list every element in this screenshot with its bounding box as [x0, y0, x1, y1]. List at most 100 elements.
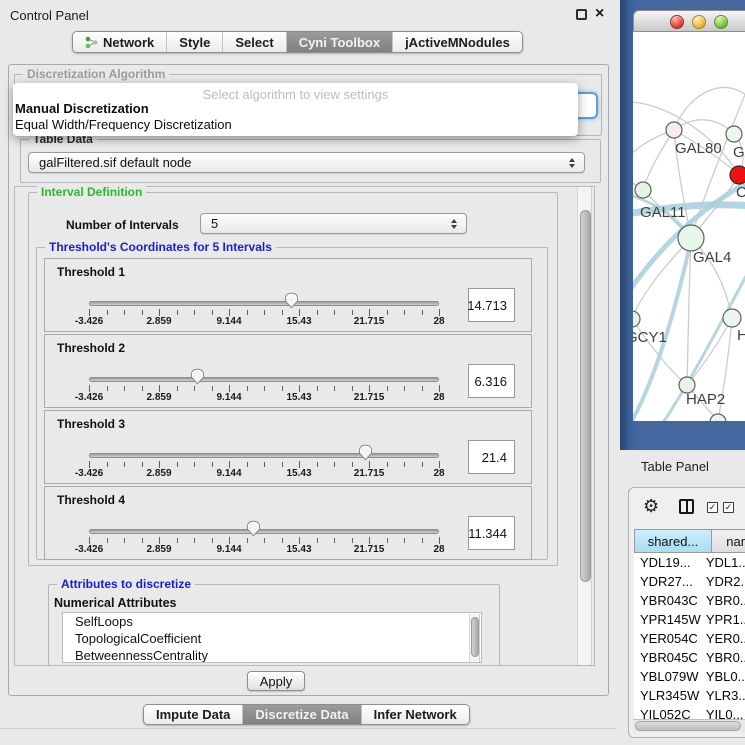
tab-cyni-toolbox[interactable]: Cyni Toolbox — [286, 32, 392, 52]
tab-network[interactable]: Network — [73, 32, 166, 52]
table-cell-name: YDL1... — [701, 555, 745, 570]
tab-style[interactable]: Style — [166, 32, 222, 52]
threshold-value-field[interactable]: 21.4 — [468, 440, 515, 474]
table-cell-shared-name: YLR345W — [634, 688, 701, 703]
table-row[interactable]: YER054CYER0... — [634, 629, 745, 648]
close-window-icon[interactable] — [670, 15, 684, 29]
tab-infer-network[interactable]: Infer Network — [361, 705, 469, 724]
table-panel-title: Table Panel — [641, 459, 709, 474]
num-intervals-label: Number of Intervals — [66, 218, 179, 232]
slider-tick — [177, 386, 178, 391]
slider-tick-label: 21.715 — [354, 468, 385, 479]
tab-jactivemnodules[interactable]: jActiveMNodules — [392, 32, 522, 52]
slider-track[interactable] — [89, 529, 439, 534]
network-node-gcy1[interactable] — [633, 311, 640, 327]
slider-tick-label: 28 — [433, 392, 444, 403]
slider-track[interactable] — [89, 301, 439, 306]
column-header-2[interactable]: name — [712, 529, 745, 553]
close-icon[interactable]: × — [595, 6, 604, 22]
slider-tick-label: 9.144 — [216, 544, 241, 555]
numerical-attributes-list: SelfLoopsTopologicalCoefficientBetweenne… — [62, 612, 482, 663]
table-row[interactable]: YLR345WYLR3... — [634, 686, 745, 705]
table-hscrollbar-thumb[interactable] — [635, 721, 741, 731]
attribute-item[interactable]: SelfLoops — [63, 613, 481, 630]
slider-tick — [89, 537, 90, 544]
zoom-window-icon[interactable] — [714, 15, 728, 29]
checkbox-icon-2[interactable]: ✓ — [723, 502, 734, 513]
threshold-value-field[interactable]: 14.713 — [468, 288, 515, 322]
slider-tick — [177, 462, 178, 467]
num-intervals-combo[interactable]: 5 — [200, 213, 467, 234]
list-scrollbar[interactable] — [469, 614, 480, 663]
slider-tick — [439, 537, 440, 544]
table-data-combo[interactable]: galFiltered.sif default node — [28, 152, 585, 173]
threshold-value-field[interactable]: 11.344 — [468, 516, 515, 550]
slider-track[interactable] — [89, 377, 439, 382]
threshold-value-field[interactable]: 6.316 — [468, 364, 515, 398]
network-node-gal80[interactable] — [666, 122, 682, 138]
slider-thumb[interactable] — [358, 444, 373, 461]
network-node-ha[interactable] — [723, 309, 741, 327]
table-row[interactable]: YBR045CYBR0... — [634, 648, 745, 667]
apply-button[interactable]: Apply — [247, 671, 305, 691]
panel-scrollbar-thumb[interactable] — [580, 210, 591, 582]
slider-tick-label: -3.426 — [75, 468, 103, 479]
minimize-window-icon[interactable] — [692, 15, 706, 29]
table-cell-name: YPR1... — [701, 612, 745, 627]
app-window: Control Panel × NetworkStyleSelectCyni T… — [0, 0, 745, 745]
slider-tick — [317, 538, 318, 543]
tab-discretize-data[interactable]: Discretize Data — [242, 705, 360, 724]
table-row[interactable]: YBL079WYBL0... — [634, 667, 745, 686]
network-view[interactable]: GAL80GACGAL11GAL4GCY1HAHAP2 — [633, 32, 745, 421]
panel-scrollbar[interactable] — [577, 187, 592, 665]
node-table-rows: YDL19...YDL1...YDR27...YDR2...YBR043CYBR… — [634, 553, 745, 719]
list-scrollbar-thumb[interactable] — [471, 617, 479, 657]
network-node-gal4[interactable] — [678, 225, 704, 251]
network-node-ga[interactable] — [726, 126, 742, 142]
table-row[interactable]: YDL19...YDL1... — [634, 553, 745, 572]
network-icon — [85, 36, 98, 49]
slider-tick — [247, 386, 248, 391]
option-manual-discretization[interactable]: Manual Discretization — [15, 101, 149, 116]
slider-tick — [352, 310, 353, 315]
network-node-label: GCY1 — [633, 329, 667, 346]
slider-tick — [387, 386, 388, 391]
slider-thumb[interactable] — [190, 368, 205, 385]
slider-tick-label: 2.859 — [146, 316, 171, 327]
attribute-item[interactable]: BetweennessCentrality — [63, 647, 481, 663]
split-view-icon[interactable] — [679, 499, 694, 514]
tab-impute-data[interactable]: Impute Data — [144, 705, 242, 724]
network-node-gal11[interactable] — [635, 182, 651, 198]
slider-tick-label: 21.715 — [354, 316, 385, 327]
table-row[interactable]: YIL052CYIL0... — [634, 705, 745, 719]
slider-tick-label: 9.144 — [216, 316, 241, 327]
slider-tick-label: 15.43 — [286, 544, 311, 555]
attribute-item[interactable]: TopologicalCoefficient — [63, 630, 481, 647]
column-header-1[interactable]: shared... — [634, 529, 712, 553]
slider-thumb[interactable] — [246, 520, 261, 537]
network-node-c[interactable] — [730, 166, 745, 184]
tab-select[interactable]: Select — [222, 32, 285, 52]
gear-icon[interactable]: ⚙ — [643, 497, 659, 515]
threshold-panel-4: Threshold 4-3.4262.8599.14415.4321.71528… — [44, 486, 532, 560]
network-canvas[interactable]: GAL80GACGAL11GAL4GCY1HAHAP2 — [633, 32, 745, 421]
checkbox-icon-1[interactable]: ✓ — [707, 502, 718, 513]
slider-tick — [282, 462, 283, 467]
slider-tick-label: 2.859 — [146, 392, 171, 403]
slider-tick — [142, 538, 143, 543]
slider-tick — [142, 462, 143, 467]
table-row[interactable]: YBR043CYBR0... — [634, 591, 745, 610]
slider-tick — [334, 310, 335, 315]
table-row[interactable]: YDR27...YDR2... — [634, 572, 745, 591]
slider-tick — [299, 461, 300, 468]
table-hscrollbar[interactable] — [633, 719, 745, 732]
table-row[interactable]: YPR145WYPR1... — [634, 610, 745, 629]
network-node-label: C — [736, 184, 745, 201]
slider-track[interactable] — [89, 453, 439, 458]
slider-thumb[interactable] — [284, 292, 299, 309]
option-equal-width-frequency[interactable]: Equal Width/Frequency Discretization — [15, 117, 232, 132]
slider-tick — [159, 385, 160, 392]
network-window-titlebar[interactable] — [633, 10, 745, 32]
slider-tick — [264, 310, 265, 315]
float-window-icon[interactable] — [576, 9, 587, 20]
